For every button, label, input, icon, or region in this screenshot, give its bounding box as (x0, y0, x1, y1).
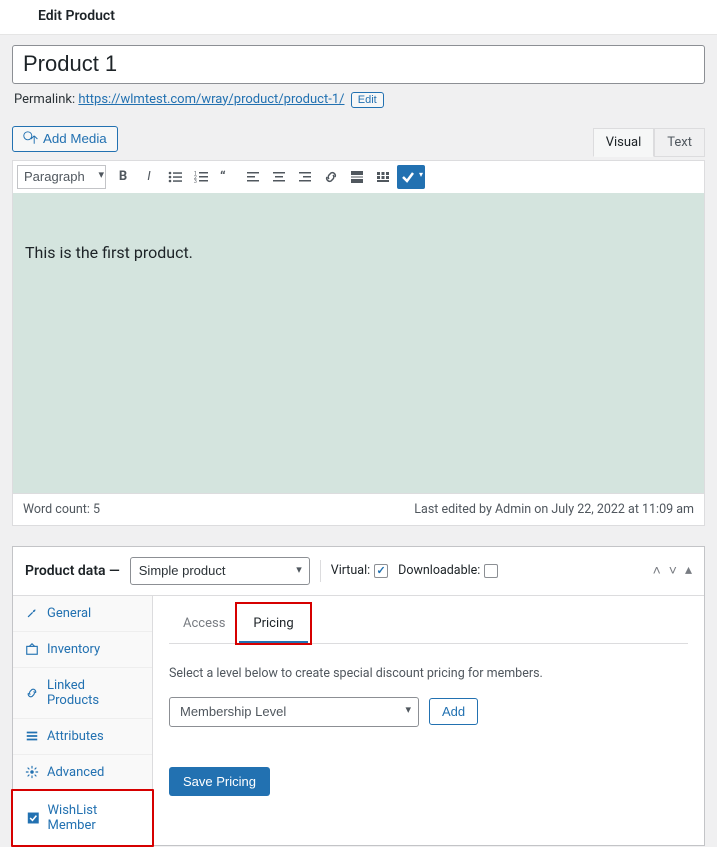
wrench-icon (25, 606, 39, 620)
product-data-box: Product data — Simple product Virtual: D… (12, 546, 705, 846)
link-icon (25, 686, 39, 700)
permalink-label: Permalink: (14, 92, 75, 107)
tab-advanced[interactable]: Advanced (13, 755, 152, 791)
media-icon (23, 131, 39, 147)
italic-icon[interactable]: I (137, 165, 161, 189)
chevron-up-icon[interactable]: ˄ (653, 562, 661, 579)
chevron-down-icon[interactable]: ˅ (669, 562, 677, 579)
divider (320, 560, 321, 582)
membership-level-select[interactable]: Membership Level (169, 697, 419, 727)
product-data-label: Product data — (25, 563, 120, 579)
save-pricing-button[interactable]: Save Pricing (169, 767, 270, 796)
align-left-icon[interactable] (241, 165, 265, 189)
tab-wlm-label: WishList Member (48, 803, 138, 833)
inner-tab-access[interactable]: Access (169, 606, 239, 644)
wlm-toolbar-icon[interactable] (397, 165, 425, 189)
tab-advanced-label: Advanced (47, 765, 104, 780)
bullet-list-icon[interactable] (163, 165, 187, 189)
panel-description: Select a level below to create special d… (169, 666, 688, 681)
virtual-label: Virtual: (331, 563, 370, 578)
add-media-button[interactable]: Add Media (12, 126, 118, 152)
collapse-up-icon[interactable]: ▴ (685, 562, 692, 579)
attributes-icon (25, 729, 39, 743)
edit-permalink-button[interactable]: Edit (351, 92, 384, 108)
editor-box: Visual Text Paragraph B I 123 “ This is … (12, 160, 705, 526)
align-right-icon[interactable] (293, 165, 317, 189)
inner-tab-pricing[interactable]: Pricing (239, 606, 307, 644)
tab-attributes[interactable]: Attributes (13, 719, 152, 755)
product-type-select[interactable]: Simple product (130, 557, 310, 585)
numbered-list-icon[interactable]: 123 (189, 165, 213, 189)
bold-icon[interactable]: B (111, 165, 135, 189)
downloadable-checkbox[interactable] (484, 564, 498, 578)
editor-footer: Word count: 5 Last edited by Admin on Ju… (13, 493, 704, 525)
tab-inventory[interactable]: Inventory (13, 632, 152, 668)
readmore-icon[interactable] (345, 165, 369, 189)
downloadable-field[interactable]: Downloadable: (398, 563, 498, 578)
tab-text[interactable]: Text (654, 128, 705, 157)
tab-linked-label: Linked Products (47, 678, 140, 708)
blockquote-icon[interactable]: “ (215, 165, 239, 189)
last-edited: Last edited by Admin on July 22, 2022 at… (414, 502, 694, 517)
product-title-input[interactable] (12, 45, 705, 84)
word-count: Word count: 5 (23, 502, 100, 517)
format-select[interactable]: Paragraph (17, 165, 106, 189)
link-icon[interactable] (319, 165, 343, 189)
align-center-icon[interactable] (267, 165, 291, 189)
gear-icon (25, 765, 39, 779)
editor-toolbar: Visual Text Paragraph B I 123 “ (13, 161, 704, 193)
virtual-field[interactable]: Virtual: (331, 563, 388, 578)
product-data-tabs: General Inventory Linked Products Attrib… (13, 596, 153, 845)
tab-attributes-label: Attributes (47, 729, 104, 744)
tab-general[interactable]: General (13, 596, 152, 632)
tab-inventory-label: Inventory (47, 642, 100, 657)
permalink-row: Permalink: https://wlmtest.com/wray/prod… (14, 92, 703, 108)
permalink-url[interactable]: https://wlmtest.com/wray/product/product… (78, 92, 344, 107)
check-icon (27, 811, 40, 825)
add-media-label: Add Media (43, 131, 107, 146)
toolbar-toggle-icon[interactable] (371, 165, 395, 189)
inventory-icon (25, 642, 39, 656)
svg-text:3: 3 (194, 179, 197, 185)
svg-text:“: “ (220, 169, 226, 185)
virtual-checkbox[interactable] (374, 564, 388, 578)
page-title: Edit Product (0, 0, 717, 35)
downloadable-label: Downloadable: (398, 563, 480, 578)
tab-visual[interactable]: Visual (593, 128, 655, 157)
tab-general-label: General (47, 606, 91, 621)
editor-content[interactable]: This is the first product. (13, 193, 704, 493)
add-level-button[interactable]: Add (429, 698, 478, 725)
tab-linked-products[interactable]: Linked Products (13, 668, 152, 719)
tab-wishlist-member[interactable]: WishList Member (11, 789, 154, 847)
